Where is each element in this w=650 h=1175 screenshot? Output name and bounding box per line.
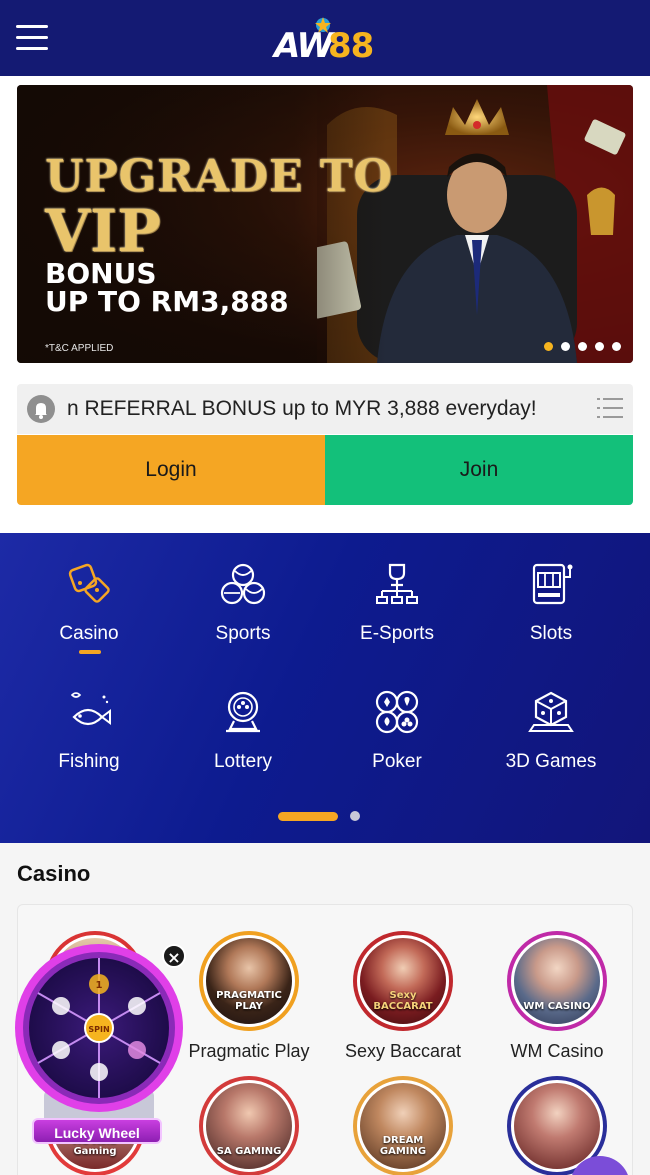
game-category-menu: Casino Sports E-Sports Slots Fishing Lot… xyxy=(0,533,650,843)
banner-tnc: *T&C APPLIED xyxy=(45,343,114,354)
category-slots[interactable]: Slots xyxy=(474,533,628,644)
provider-brand: WM CASINO xyxy=(523,1001,591,1012)
provider-logo: PRAGMATIC PLAY xyxy=(199,931,299,1031)
category-label: Fishing xyxy=(58,751,120,772)
category-esports[interactable]: E-Sports xyxy=(320,533,474,644)
provider-logo: DREAM GAMING xyxy=(353,1076,453,1175)
close-icon[interactable]: × xyxy=(162,944,186,968)
slot-machine-icon xyxy=(532,563,573,605)
join-button[interactable]: Join xyxy=(325,435,633,505)
banner-headline: UPGRADE TO xyxy=(45,151,393,202)
category-label: Slots xyxy=(529,623,573,644)
category-pagination xyxy=(278,811,360,821)
category-label: 3D Games xyxy=(505,751,597,772)
provider-card-dream-gaming[interactable]: DREAM GAMING xyxy=(326,1050,480,1175)
provider-logo: SA GAMING xyxy=(199,1076,299,1175)
category-lottery[interactable]: Lottery xyxy=(166,661,320,772)
casino-dice-icon xyxy=(68,563,110,603)
announcement-bar: n REFERRAL BONUS up to MYR 3,888 everyda… xyxy=(17,384,633,434)
auth-buttons: Login Join xyxy=(17,435,633,505)
provider-card-8[interactable] xyxy=(480,1050,634,1175)
sports-balls-icon xyxy=(220,563,266,605)
category-page-1-indicator[interactable] xyxy=(278,811,338,821)
banner-pagination xyxy=(544,342,621,351)
esports-trophy-icon xyxy=(376,563,418,604)
poker-suits-icon xyxy=(375,690,419,734)
category-label: Sports xyxy=(215,623,271,644)
category-casino[interactable]: Casino xyxy=(12,533,166,654)
banner-dot-5[interactable] xyxy=(612,342,621,351)
category-label: Casino xyxy=(59,623,119,644)
category-page-2-indicator[interactable] xyxy=(350,811,360,821)
wheel-spin-text: SPIN xyxy=(88,1025,109,1034)
section-title: Casino xyxy=(17,861,91,886)
wheel-top-value: 1 xyxy=(96,980,103,991)
site-logo[interactable]: AW 88 xyxy=(272,14,382,66)
provider-brand: PRAGMATIC PLAY xyxy=(216,990,282,1012)
banner-dot-2[interactable] xyxy=(561,342,570,351)
banner-bonus-text: BONUS xyxy=(45,257,157,290)
lucky-wheel-label[interactable]: Lucky Wheel xyxy=(32,1118,162,1144)
category-poker[interactable]: Poker xyxy=(320,661,474,772)
logo-text-88: 88 xyxy=(328,26,374,66)
banner-amount-text: UP TO RM3,888 xyxy=(45,285,289,318)
login-button[interactable]: Login xyxy=(17,435,325,505)
announcement-list-icon[interactable] xyxy=(597,397,623,419)
3d-dice-icon xyxy=(528,691,574,732)
category-fishing[interactable]: Fishing xyxy=(12,661,166,772)
lottery-ball-machine-icon xyxy=(226,691,260,733)
category-3d-games[interactable]: 3D Games xyxy=(474,661,628,772)
category-label: Lottery xyxy=(213,751,273,772)
fish-icon xyxy=(70,692,111,726)
promo-banner[interactable]: UPGRADE TO VIP BONUS UP TO RM3,888 *T&C … xyxy=(17,85,633,363)
category-sports[interactable]: Sports xyxy=(166,533,320,644)
top-header: AW 88 xyxy=(0,0,650,76)
provider-logo: WM CASINO xyxy=(507,931,607,1031)
banner-dot-3[interactable] xyxy=(578,342,587,351)
provider-brand: SA GAMING xyxy=(216,1146,282,1157)
banner-vip-text: VIP xyxy=(45,197,161,265)
banner-dot-1[interactable] xyxy=(544,342,553,351)
hamburger-menu-icon[interactable] xyxy=(16,25,48,51)
provider-brand: DREAM GAMING xyxy=(379,1135,427,1157)
category-label: Poker xyxy=(372,751,422,772)
provider-logo: Sexy BACCARAT xyxy=(353,931,453,1031)
logo-text-aw: AW xyxy=(274,26,334,66)
provider-card-sa-gaming[interactable]: SA GAMING xyxy=(172,1050,326,1175)
provider-brand: Sexy BACCARAT xyxy=(373,990,433,1012)
provider-card-wm-casino[interactable]: WM CASINO WM Casino xyxy=(480,905,634,1061)
banner-dot-4[interactable] xyxy=(595,342,604,351)
category-label: E-Sports xyxy=(360,623,434,644)
provider-card-pragmatic-play[interactable]: PRAGMATIC PLAY Pragmatic Play xyxy=(172,905,326,1061)
bell-icon xyxy=(27,395,55,423)
announcement-text: n REFERRAL BONUS up to MYR 3,888 everyda… xyxy=(67,397,537,420)
active-category-indicator xyxy=(79,650,101,654)
provider-card-sexy-baccarat[interactable]: Sexy BACCARAT Sexy Baccarat xyxy=(326,905,480,1061)
